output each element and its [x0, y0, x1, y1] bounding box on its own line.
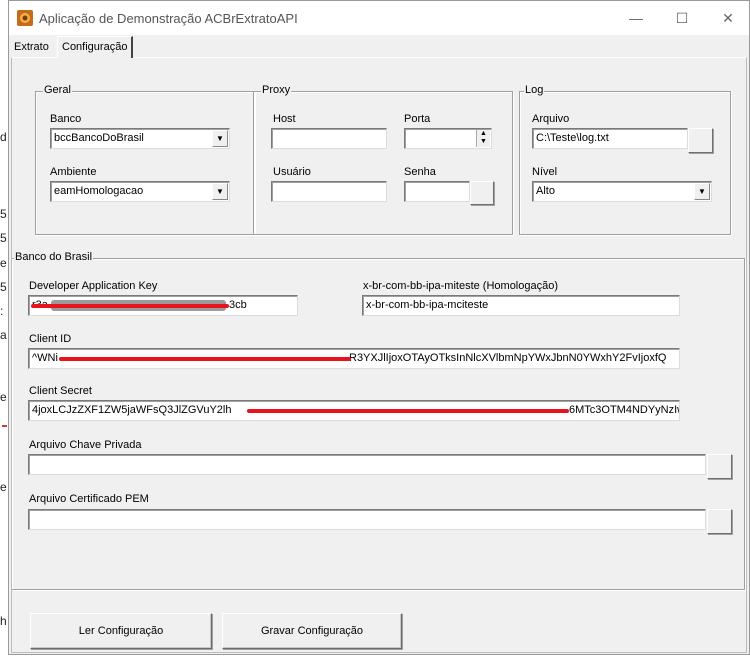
senha-button[interactable]	[470, 181, 494, 205]
client-id-prefix: ^WNi	[32, 352, 58, 364]
client-secret-suffix: 6MTc3OTM4NDYyNzIwMX0	[569, 404, 679, 416]
minimize-button[interactable]: —	[613, 1, 659, 35]
tab-extrato[interactable]: Extrato	[11, 38, 52, 57]
proxy-legend: Proxy	[261, 84, 292, 96]
nivel-value: Alto	[536, 185, 555, 197]
redaction-mark	[59, 357, 351, 361]
arquivo-log-label: Arquivo	[532, 113, 570, 125]
background-text: e	[0, 480, 7, 494]
senha-input[interactable]	[404, 181, 470, 202]
mit-input[interactable]: x-br-com-bb-ipa-mciteste	[362, 295, 680, 316]
chave-privada-input[interactable]	[28, 454, 706, 475]
banco-do-brasil-group: Banco do Brasil Developer Application Ke…	[12, 251, 745, 590]
certificado-label: Arquivo Certificado PEM	[29, 493, 149, 505]
spin-arrows-icon[interactable]: ▲ ▼	[476, 130, 490, 147]
banco-value: bccBancoDoBrasil	[54, 132, 144, 144]
maximize-button[interactable]: ☐	[659, 1, 705, 35]
background-text: h	[0, 614, 7, 628]
senha-label: Senha	[404, 166, 436, 178]
dev-key-label: Developer Application Key	[29, 280, 158, 292]
background-text: e	[0, 256, 7, 270]
dev-key-input[interactable]: r3a 3cb	[28, 295, 298, 316]
browse-certificado-button[interactable]	[707, 509, 732, 534]
banco-select[interactable]: bccBancoDoBrasil ▼	[50, 128, 230, 149]
porta-label: Porta	[404, 113, 431, 125]
nivel-label: Nível	[532, 166, 558, 178]
client-id-label: Client ID	[29, 333, 72, 345]
log-group: Log Arquivo C:\Teste\log.txt Nível Alto …	[519, 84, 731, 235]
background-spellcheck-mark	[2, 425, 7, 427]
host-label: Host	[273, 113, 296, 125]
ler-configuracao-button[interactable]: Ler Configuração	[30, 613, 212, 649]
configuracao-panel: Geral Banco bccBancoDoBrasil ▼ Ambiente …	[11, 57, 747, 653]
mit-label: x-br-com-bb-ipa-miteste (Homologação)	[363, 280, 559, 292]
client-secret-input[interactable]: 4joxLCJzZXF1ZW5jaWFsQ3JlZGVuY2lh 6MTc3OT…	[28, 400, 680, 421]
redaction-mark	[247, 409, 569, 413]
chevron-down-icon[interactable]: ▼	[694, 183, 710, 200]
chevron-down-icon[interactable]: ▼	[212, 183, 228, 200]
background-text: e	[0, 390, 7, 404]
redaction-mark	[31, 304, 229, 308]
ambiente-value: eamHomologacao	[54, 185, 144, 197]
client-id-suffix: R3YXJlIjoxOTAyOTksInNlcXVlbmNpYWxJbnN0YW…	[349, 352, 667, 364]
client-secret-label: Client Secret	[29, 385, 92, 397]
banco-label: Banco	[50, 113, 82, 125]
background-text: 5	[0, 280, 7, 294]
ambiente-select[interactable]: eamHomologacao ▼	[50, 181, 230, 202]
browse-log-button[interactable]	[688, 128, 713, 153]
client-secret-prefix: 4joxLCJzZXF1ZW5jaWFsQ3JlZGVuY2lh	[32, 404, 232, 416]
close-button[interactable]: ✕	[705, 1, 750, 35]
background-text: 5	[0, 207, 7, 221]
background-text: :	[0, 304, 4, 318]
proxy-group: Proxy Host Porta ▲ ▼ Usuário Senha	[253, 84, 513, 235]
usuario-input[interactable]	[271, 181, 387, 202]
background-text: a	[0, 328, 7, 342]
gravar-configuracao-button[interactable]: Gravar Configuração	[222, 613, 402, 649]
usuario-label: Usuário	[273, 166, 311, 178]
tab-configuracao[interactable]: Configuração	[57, 36, 134, 58]
log-legend: Log	[524, 84, 545, 96]
chave-privada-label: Arquivo Chave Privada	[29, 439, 142, 451]
browse-chave-button[interactable]	[707, 454, 732, 479]
ambiente-label: Ambiente	[50, 166, 97, 178]
client-id-input[interactable]: ^WNi R3YXJlIjoxOTAyOTksInNlcXVlbmNpYWxJb…	[28, 348, 680, 369]
dev-key-tail: 3cb	[229, 299, 247, 311]
certificado-input[interactable]	[28, 509, 706, 530]
app-window: Aplicação de Demonstração ACBrExtratoAPI…	[8, 0, 750, 655]
host-input[interactable]	[271, 128, 387, 149]
geral-legend: Geral	[43, 84, 72, 96]
porta-spinner[interactable]: ▲ ▼	[404, 128, 492, 149]
chevron-down-icon[interactable]: ▼	[212, 130, 228, 147]
geral-group: Geral Banco bccBancoDoBrasil ▼ Ambiente …	[35, 84, 255, 235]
nivel-select[interactable]: Alto ▼	[532, 181, 712, 202]
banco-do-brasil-legend: Banco do Brasil	[14, 251, 94, 263]
arquivo-log-input[interactable]: C:\Teste\log.txt	[532, 128, 688, 149]
background-text: 5	[0, 231, 7, 245]
window-title: Aplicação de Demonstração ACBrExtratoAPI	[39, 11, 298, 26]
background-text: d	[0, 130, 7, 144]
title-bar[interactable]: Aplicação de Demonstração ACBrExtratoAPI…	[9, 1, 749, 35]
app-icon	[17, 10, 33, 26]
